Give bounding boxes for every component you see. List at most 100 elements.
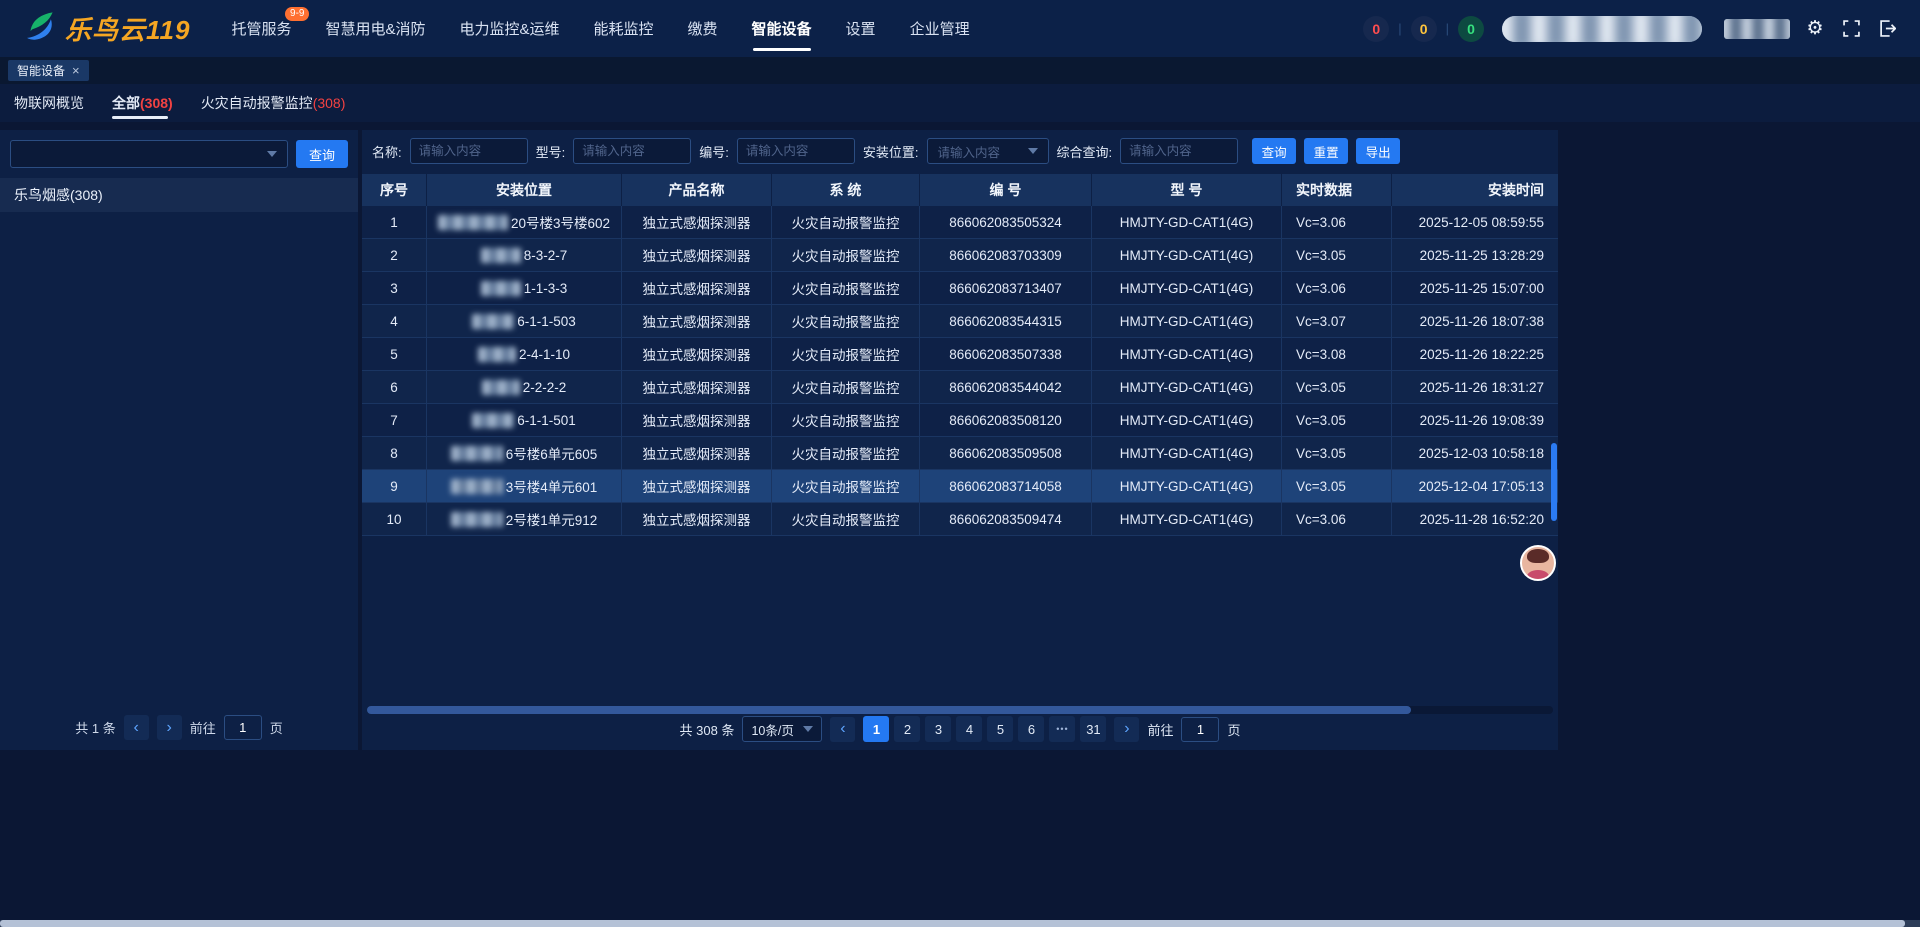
left-goto-label: 前往 [190, 718, 216, 737]
logout-icon[interactable] [1876, 18, 1898, 40]
table-row[interactable]: 102号楼1单元912独立式感烟探测器火灾自动报警监控8660620835094… [362, 503, 1558, 536]
redacted-location-prefix [482, 380, 520, 395]
filter-input[interactable] [410, 138, 528, 164]
left-next-page-button[interactable]: › [157, 715, 182, 740]
export-button[interactable]: 导出 [1356, 138, 1400, 164]
page-size-select[interactable]: 10条/页 [742, 716, 822, 742]
filter-bar: 名称:型号:编号:安装位置:请输入内容综合查询:查询重置导出 [362, 130, 1558, 172]
list-item[interactable]: 乐鸟烟感(308) [0, 178, 358, 212]
cell-system: 火灾自动报警监控 [772, 503, 920, 535]
nav-item[interactable]: 电力监控&运维 [459, 0, 559, 57]
cell-model: HMJTY-GD-CAT1(4G) [1092, 239, 1282, 271]
table-row[interactable]: 86号楼6单元605独立式感烟探测器火灾自动报警监控86606208350950… [362, 437, 1558, 470]
scrollbar-thumb[interactable] [0, 920, 1905, 927]
cell-system: 火灾自动报警监控 [772, 371, 920, 403]
table-row[interactable]: 76-1-1-501独立式感烟探测器火灾自动报警监控86606208350812… [362, 404, 1558, 437]
nav-item[interactable]: 能耗监控 [594, 0, 654, 57]
subtab-label: 全部 [112, 93, 140, 113]
window-horizontal-scrollbar[interactable] [0, 920, 1920, 927]
table-row[interactable]: 52-4-1-10独立式感烟探测器火灾自动报警监控866062083507338… [362, 338, 1558, 371]
nav-item[interactable]: 智能设备 [752, 0, 812, 57]
redacted-location-prefix [451, 512, 503, 527]
support-avatar[interactable] [1520, 545, 1556, 581]
scrollbar-thumb[interactable] [367, 706, 1411, 714]
nav-item[interactable]: 企业管理 [910, 0, 970, 57]
cell-product: 独立式感烟探测器 [622, 470, 772, 502]
tab-close-icon[interactable]: × [72, 64, 80, 77]
filter-label: 编号: [699, 142, 729, 161]
table-row[interactable]: 93号楼4单元601独立式感烟探测器火灾自动报警监控86606208371405… [362, 470, 1558, 503]
settings-gear-icon[interactable]: ⚙ [1804, 18, 1826, 40]
filter-input[interactable] [573, 138, 691, 164]
left-query-button[interactable]: 查询 [296, 140, 348, 168]
cell-product: 独立式感烟探测器 [622, 503, 772, 535]
table-row[interactable]: 120号楼3号楼602独立式感烟探测器火灾自动报警监控8660620835053… [362, 206, 1558, 239]
redacted-location-prefix [451, 479, 503, 494]
cell-loc: 1-1-3-3 [427, 272, 622, 304]
subtab[interactable]: 火灾自动报警监控(308) [201, 84, 346, 122]
filter-select[interactable]: 请输入内容 [927, 138, 1049, 164]
cell-rt: Vc=3.07 [1282, 305, 1392, 337]
nav-item[interactable]: 缴费 [688, 0, 718, 57]
cell-rt: Vc=3.05 [1282, 371, 1392, 403]
left-prev-page-button[interactable]: ‹ [124, 715, 149, 740]
device-type-select[interactable] [10, 140, 288, 168]
more-pages-button[interactable]: ••• [1049, 716, 1075, 742]
cell-rt: Vc=3.05 [1282, 437, 1392, 469]
next-page-button[interactable]: › [1114, 717, 1139, 742]
left-page-input[interactable] [224, 715, 262, 740]
page-button[interactable]: 3 [925, 716, 951, 742]
cell-loc: 6号楼6单元605 [427, 437, 622, 469]
left-total-count: 共 1 条 [75, 718, 115, 737]
nav-item[interactable]: 托管服务9-9 [231, 0, 291, 57]
page-input[interactable] [1181, 717, 1219, 742]
alarm-counter[interactable]: 0 [1411, 16, 1437, 42]
column-header: 系 统 [772, 174, 920, 206]
nav-item[interactable]: 设置 [846, 0, 876, 57]
page-button[interactable]: 2 [894, 716, 920, 742]
cell-no: 5 [362, 338, 427, 370]
page-button[interactable]: 4 [956, 716, 982, 742]
page-button[interactable]: 31 [1080, 716, 1106, 742]
table-vertical-scrollbar[interactable] [1551, 443, 1557, 521]
page-button[interactable]: 6 [1018, 716, 1044, 742]
filter-input[interactable] [1120, 138, 1238, 164]
cell-time: 2025-11-26 18:22:25 [1392, 338, 1558, 370]
table-body: 120号楼3号楼602独立式感烟探测器火灾自动报警监控8660620835053… [362, 206, 1558, 536]
page-button[interactable]: 1 [863, 716, 889, 742]
device-table: 序号安装位置产品名称系 统编 号型 号实时数据安装时间 120号楼3号楼602独… [362, 174, 1558, 536]
cell-no: 9 [362, 470, 427, 502]
nav-item[interactable]: 智慧用电&消防 [325, 0, 425, 57]
table-horizontal-scrollbar[interactable] [367, 706, 1553, 714]
query-button[interactable]: 查询 [1252, 138, 1296, 164]
subtab[interactable]: 全部(308) [112, 84, 173, 122]
brand[interactable]: 乐鸟云119 [22, 9, 190, 48]
cell-system: 火灾自动报警监控 [772, 305, 920, 337]
cell-product: 独立式感烟探测器 [622, 338, 772, 370]
top-nav: 乐鸟云119 托管服务9-9 智慧用电&消防电力监控&运维能耗监控缴费智能设备设置… [0, 0, 1920, 57]
select-placeholder: 请输入内容 [938, 142, 1001, 161]
filter-label: 型号: [536, 142, 566, 161]
cell-product: 独立式感烟探测器 [622, 371, 772, 403]
fullscreen-icon[interactable] [1840, 18, 1862, 40]
table-row[interactable]: 46-1-1-503独立式感烟探测器火灾自动报警监控86606208354431… [362, 305, 1558, 338]
prev-page-button[interactable]: ‹ [830, 717, 855, 742]
cell-no: 1 [362, 206, 427, 238]
cell-rt: Vc=3.05 [1282, 470, 1392, 502]
left-pagination: 共 1 条 ‹ › 前往 页 [0, 715, 358, 740]
redacted-location-prefix [481, 248, 521, 263]
chevron-down-icon [803, 726, 813, 732]
table-row[interactable]: 28-3-2-7独立式感烟探测器火灾自动报警监控866062083703309H… [362, 239, 1558, 272]
cell-time: 2025-12-04 17:05:13 [1392, 470, 1558, 502]
alarm-counter[interactable]: 0 [1363, 16, 1389, 42]
cell-loc: 6-1-1-503 [427, 305, 622, 337]
reset-button[interactable]: 重置 [1304, 138, 1348, 164]
filter-input[interactable] [737, 138, 855, 164]
table-row[interactable]: 62-2-2-2独立式感烟探测器火灾自动报警监控866062083544042H… [362, 371, 1558, 404]
open-tab-smart-devices[interactable]: 智能设备 × [8, 60, 89, 81]
table-row[interactable]: 31-1-3-3独立式感烟探测器火灾自动报警监控866062083713407H… [362, 272, 1558, 305]
nav-right: 0|0|0 ⚙ [1363, 16, 1898, 42]
page-button[interactable]: 5 [987, 716, 1013, 742]
alarm-counter[interactable]: 0 [1458, 16, 1484, 42]
subtab[interactable]: 物联网概览 [14, 84, 84, 122]
